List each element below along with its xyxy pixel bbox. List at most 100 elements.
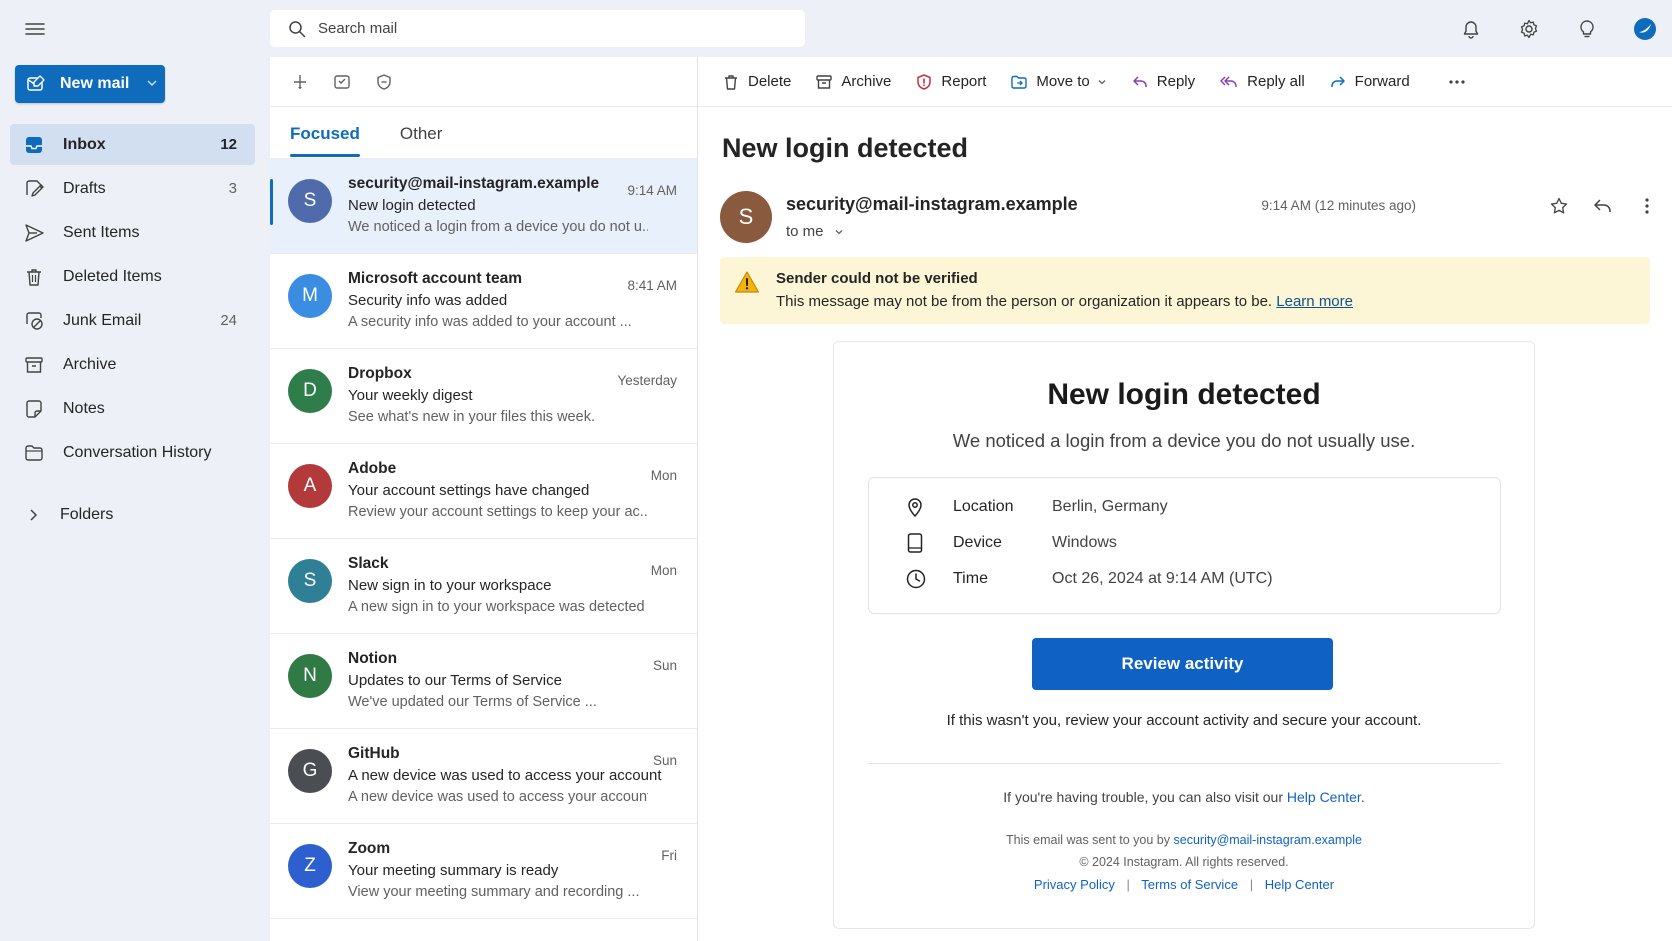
new-mail-label: New mail: [60, 75, 130, 92]
archive-icon: [815, 73, 833, 91]
message-preview: Review your account settings to keep you…: [348, 504, 648, 520]
lightbulb-icon[interactable]: [1570, 12, 1604, 46]
archive-button[interactable]: Archive: [809, 65, 897, 99]
terms-of-service-link[interactable]: Terms of Service: [1141, 877, 1238, 892]
folder-drafts[interactable]: Drafts 3: [10, 168, 255, 209]
detail-row-device: Device Windows: [869, 528, 1500, 558]
folder-archive[interactable]: Archive: [10, 344, 255, 385]
learn-more-link[interactable]: Learn more: [1276, 293, 1353, 310]
reply-button[interactable]: Reply: [1125, 65, 1201, 99]
tab-focused[interactable]: Focused: [290, 107, 360, 158]
archive-label: Archive: [841, 73, 892, 90]
footer-help-center-link[interactable]: Help Center: [1265, 877, 1334, 892]
forward-icon: [1329, 73, 1347, 91]
message-item[interactable]: D Dropbox Your weekly digest See what's …: [270, 349, 697, 444]
new-mail-button[interactable]: New mail: [15, 65, 165, 103]
more-vertical-icon[interactable]: [1630, 189, 1664, 223]
star-icon[interactable]: [1542, 189, 1576, 223]
help-center-link[interactable]: Help Center: [1287, 789, 1361, 805]
message-item[interactable]: A Adobe Your account settings have chang…: [270, 444, 697, 539]
shield-filter-icon[interactable]: [371, 69, 397, 95]
message-item[interactable]: N Notion Updates to our Terms of Service…: [270, 634, 697, 729]
detail-row-location: Location Berlin, Germany: [869, 492, 1500, 522]
folders-group-toggle[interactable]: Folders: [10, 495, 255, 535]
forward-button[interactable]: Forward: [1323, 65, 1416, 99]
body-note: If this wasn't you, review your account …: [946, 712, 1422, 729]
message-sender: Adobe: [348, 460, 397, 477]
sender-address[interactable]: security@mail-instagram.example: [786, 194, 1078, 215]
recipients-label: to me: [786, 223, 824, 240]
compose-mail-icon: [26, 74, 46, 94]
message-time: Sun: [652, 658, 677, 673]
folder-junk-email[interactable]: Junk Email 24: [10, 300, 255, 341]
move-to-button[interactable]: Move to: [1004, 65, 1112, 99]
privacy-policy-link[interactable]: Privacy Policy: [1034, 877, 1115, 892]
search-box[interactable]: [270, 10, 805, 47]
sent-by-prefix: This email was sent to you by: [1006, 833, 1171, 847]
message-preview: We've updated our Terms of Service ...: [348, 694, 597, 710]
more-options-icon[interactable]: [1442, 67, 1472, 97]
folder-conversation-history[interactable]: Conversation History: [10, 432, 255, 473]
message-sender: Notion: [348, 650, 398, 667]
warning-icon: [734, 270, 760, 294]
review-activity-button[interactable]: Review activity: [1032, 638, 1333, 690]
message-item[interactable]: G GitHub A new device was used to access…: [270, 729, 697, 824]
footer-separator: |: [1249, 877, 1254, 892]
profile-avatar[interactable]: [1628, 12, 1662, 46]
warning-text: This message may not be from the person …: [776, 293, 1353, 310]
pin-icon[interactable]: [287, 69, 313, 95]
message-time: Yesterday: [617, 373, 677, 388]
top-icons: [1454, 12, 1672, 46]
message-item[interactable]: M Microsoft account team Security info w…: [270, 254, 697, 349]
chevron-down-icon[interactable]: [145, 76, 159, 90]
gear-icon[interactable]: [1512, 12, 1546, 46]
message-preview: See what's new in your files this week.: [348, 409, 595, 425]
hamburger-menu-icon[interactable]: [22, 18, 48, 40]
reply-icon[interactable]: [1586, 189, 1620, 223]
folder-move-icon: [1010, 73, 1028, 91]
message-preview: We noticed a login from a device you do …: [348, 219, 648, 235]
avatar: A: [288, 464, 332, 508]
message-subject: Your account settings have changed: [348, 482, 590, 499]
folder-notes[interactable]: Notes: [10, 388, 255, 429]
reply-all-button[interactable]: Reply all: [1213, 65, 1311, 99]
login-details-box: Location Berlin, Germany Device Windows …: [868, 477, 1501, 614]
folder-inbox[interactable]: Inbox 12: [10, 124, 255, 165]
reply-all-icon: [1219, 73, 1239, 91]
unread-count-badge: 3: [228, 180, 237, 197]
email-subject: New login detected: [722, 133, 969, 163]
message-time: Fri: [661, 848, 677, 863]
sender-warning-banner: Sender could not be verified This messag…: [720, 257, 1650, 324]
folder-sent-items[interactable]: Sent Items: [10, 212, 255, 253]
delete-button[interactable]: Delete: [716, 65, 797, 99]
folder-deleted-items[interactable]: Deleted Items: [10, 256, 255, 297]
message-sender: Dropbox: [348, 365, 412, 382]
report-button[interactable]: Report: [909, 65, 992, 99]
detail-value: Oct 26, 2024 at 9:14 AM (UTC): [1052, 570, 1273, 587]
folder-icon: [23, 442, 45, 464]
bell-icon[interactable]: [1454, 12, 1488, 46]
divider: [868, 763, 1501, 764]
reading-pane: Delete Archive Report Move to Reply Repl…: [698, 57, 1672, 941]
message-item[interactable]: S security@mail-instagram.example New lo…: [270, 159, 697, 254]
search-input[interactable]: [318, 20, 738, 37]
chevron-down-icon: [1097, 77, 1107, 87]
message-time: 8:41 AM: [627, 278, 677, 293]
search-icon: [288, 20, 306, 38]
unread-count-badge: 24: [220, 312, 237, 329]
tab-other[interactable]: Other: [400, 107, 443, 158]
mark-read-icon[interactable]: [329, 69, 355, 95]
help-text-prefix: If you're having trouble, you can also v…: [1003, 789, 1283, 805]
message-item[interactable]: S Slack New sign in to your workspace A …: [270, 539, 697, 634]
reply-all-label: Reply all: [1247, 73, 1305, 90]
reading-toolbar: Delete Archive Report Move to Reply Repl…: [698, 57, 1672, 107]
sender-avatar: S: [720, 191, 772, 243]
folder-label: Junk Email: [63, 311, 142, 329]
inbox-icon: [23, 134, 45, 156]
message-preview: View your meeting summary and recording …: [348, 884, 640, 900]
message-item[interactable]: Z Zoom Your meeting summary is ready Vie…: [270, 824, 697, 919]
device-icon: [905, 532, 925, 554]
sender-email-link[interactable]: security@mail-instagram.example: [1174, 833, 1362, 847]
recipients-toggle[interactable]: to me: [786, 223, 844, 240]
message-subject: Security info was added: [348, 292, 508, 309]
